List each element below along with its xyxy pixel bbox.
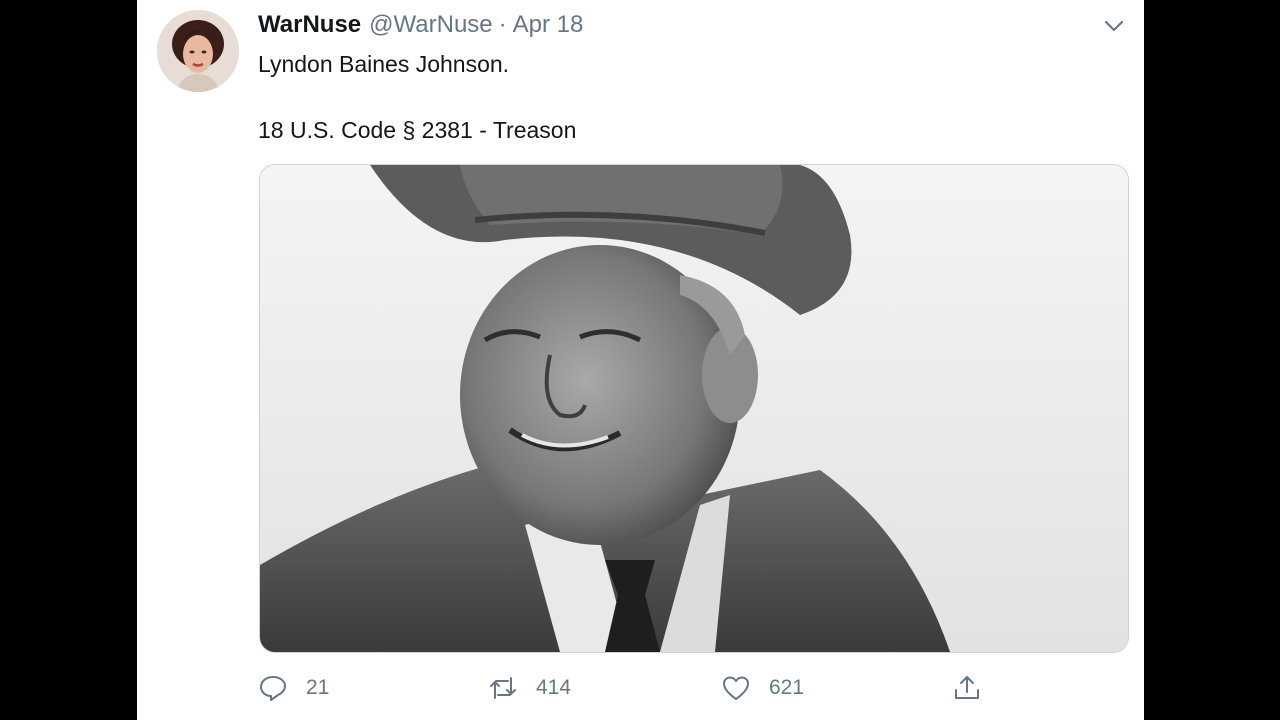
user-handle[interactable]: @WarNuse (369, 11, 493, 39)
profile-avatar[interactable] (157, 10, 239, 92)
chevron-down-icon[interactable] (1102, 14, 1126, 38)
display-name[interactable]: WarNuse (258, 11, 361, 39)
like-button[interactable]: 621 (721, 670, 804, 706)
tweet-card: WarNuse @WarNuse · Apr 18 Lyndon Baines … (137, 0, 1144, 720)
share-button[interactable] (952, 670, 982, 706)
tweet-text-line-2: 18 U.S. Code § 2381 - Treason (258, 117, 577, 143)
retweet-count: 414 (536, 676, 572, 699)
share-icon (952, 673, 982, 703)
reply-count: 21 (306, 676, 330, 699)
like-count: 621 (769, 676, 805, 699)
heart-icon (721, 673, 751, 703)
retweet-icon (488, 673, 518, 703)
tweet-text-line-1: Lyndon Baines Johnson. (258, 51, 510, 77)
tweet-header: WarNuse @WarNuse · Apr 18 (258, 10, 583, 40)
tweet-actions: 21 414 621 (258, 670, 1108, 706)
retweet-button[interactable]: 414 (488, 670, 571, 706)
separator-dot: · (498, 11, 507, 38)
reply-icon (258, 673, 288, 703)
tweet-photo[interactable] (259, 164, 1129, 653)
reply-button[interactable]: 21 (258, 670, 329, 706)
tweet-date[interactable]: Apr 18 (513, 11, 584, 39)
